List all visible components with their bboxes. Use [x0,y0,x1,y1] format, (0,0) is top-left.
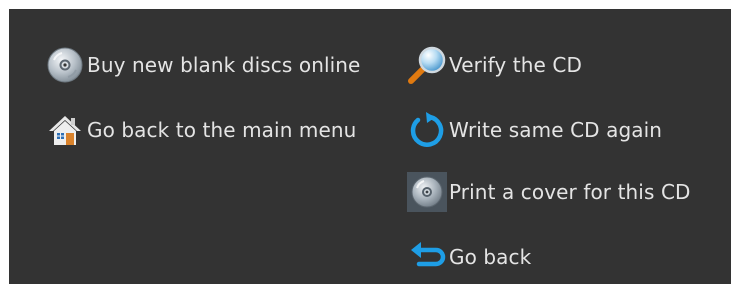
print-cover-label: Print a cover for this CD [449,180,691,204]
verify-cd-button[interactable]: Verify the CD [407,43,582,87]
refresh-icon [407,110,447,150]
magnifier-icon [407,45,447,85]
go-back-label: Go back [449,245,532,269]
go-back-button[interactable]: Go back [407,235,531,279]
disc-icon [45,45,85,85]
write-cd-again-label: Write same CD again [449,118,663,142]
print-cover-button[interactable]: Print a cover for this CD [407,170,691,214]
completion-actions-panel: Buy new blank discs online Go back to th… [9,9,731,284]
main-menu-label: Go back to the main menu [87,118,357,142]
disc-cover-icon [407,172,447,212]
write-cd-again-button[interactable]: Write same CD again [407,108,662,152]
home-icon [45,110,85,150]
buy-discs-online-button[interactable]: Buy new blank discs online [45,43,360,87]
buy-discs-online-label: Buy new blank discs online [87,53,361,77]
back-arrow-icon [407,237,447,277]
main-menu-button[interactable]: Go back to the main menu [45,108,356,152]
verify-cd-label: Verify the CD [449,53,582,77]
